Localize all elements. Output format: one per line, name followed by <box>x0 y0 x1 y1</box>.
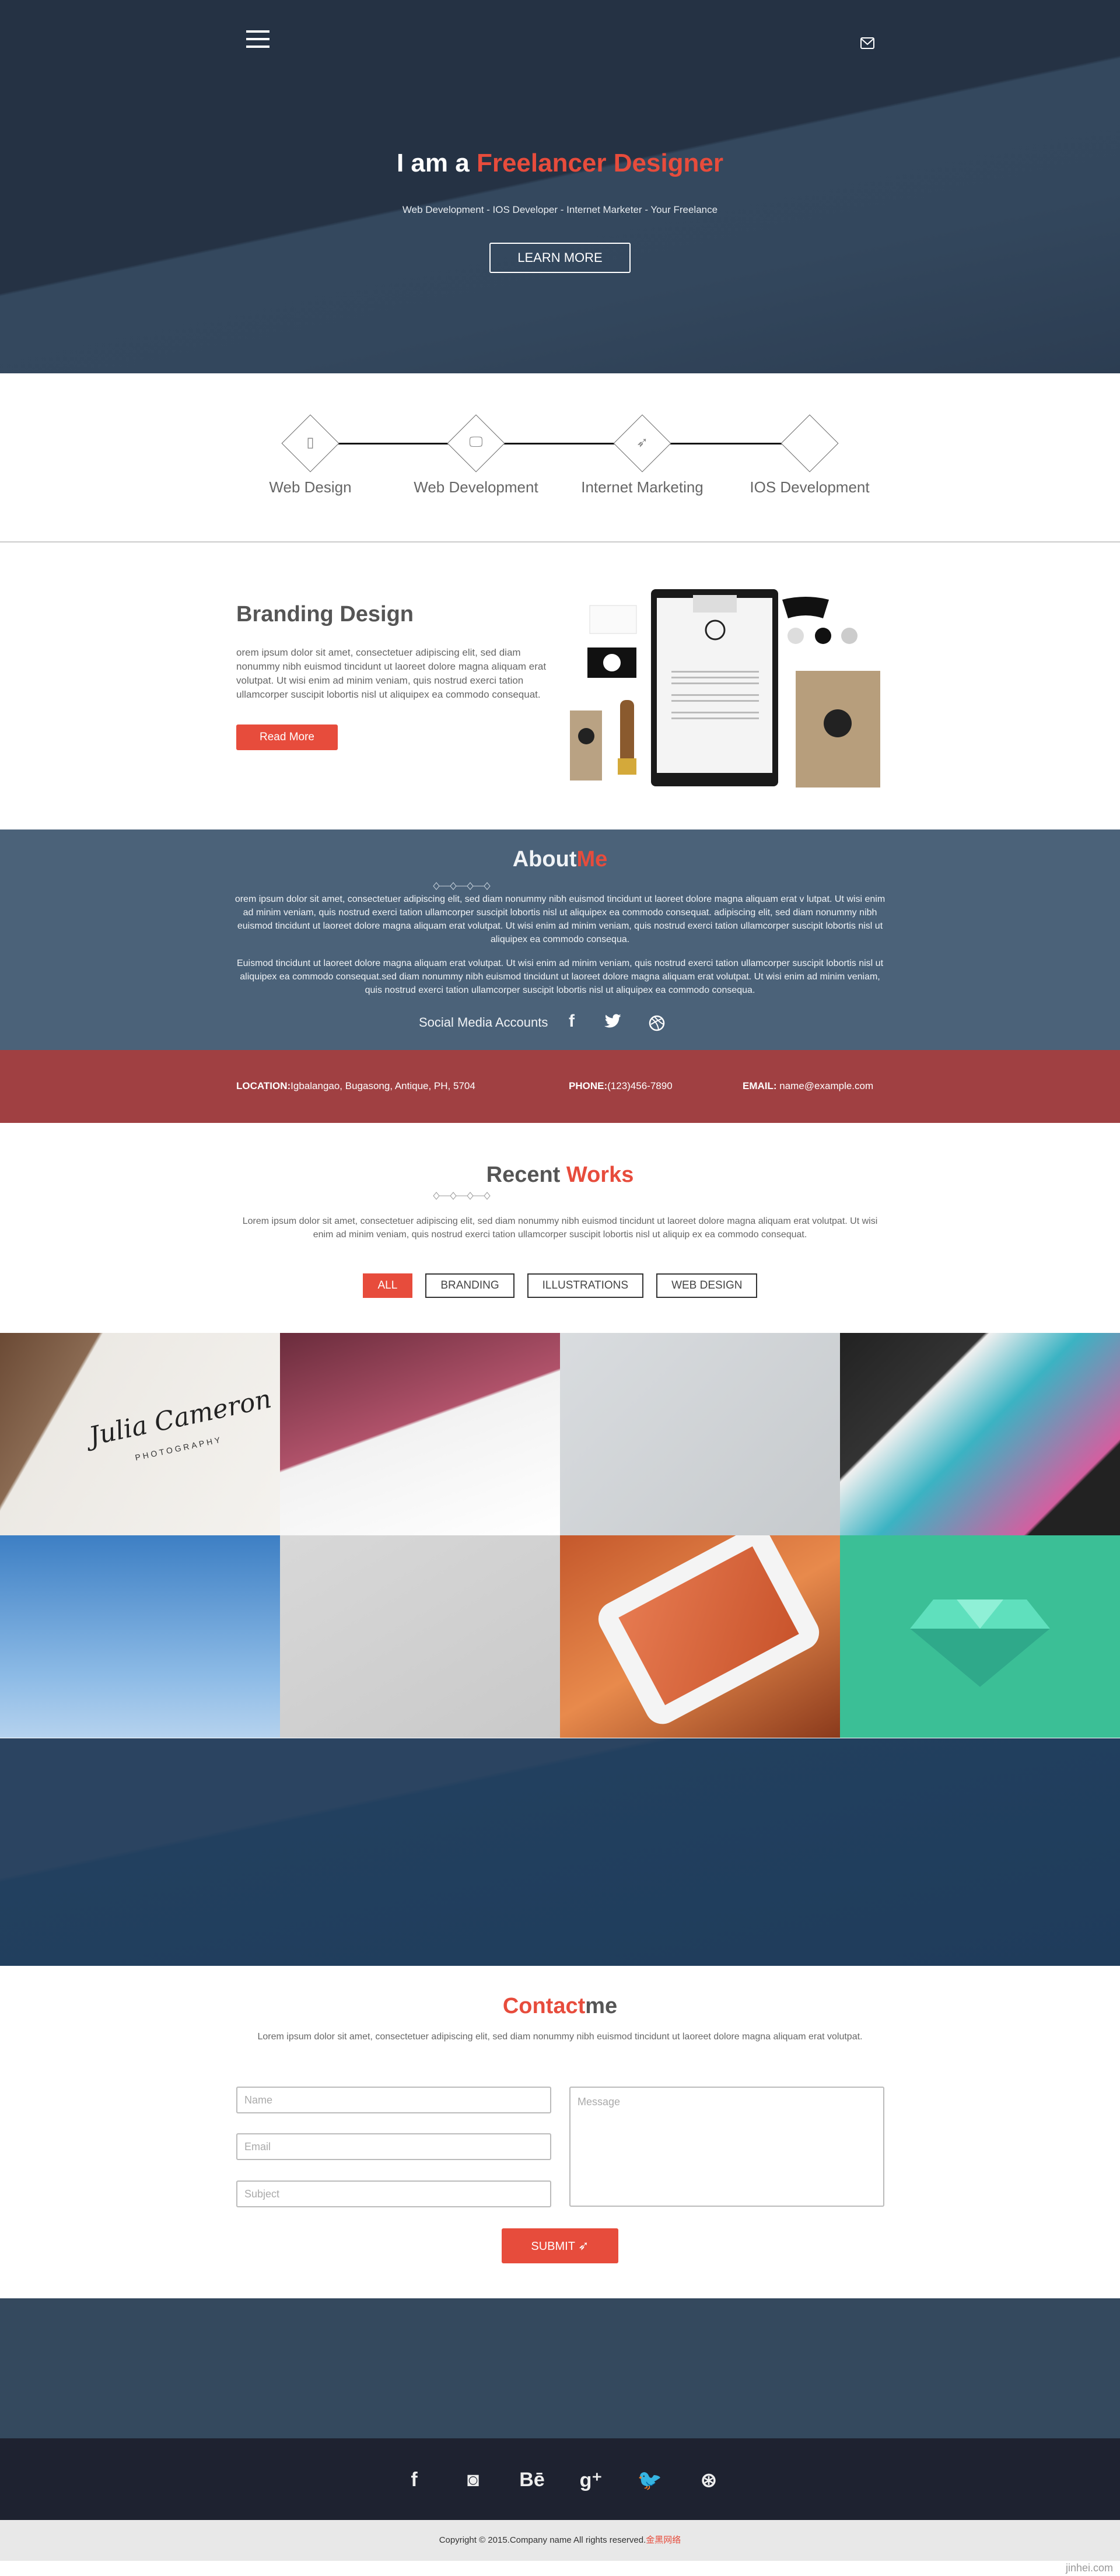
filter-illustrations[interactable]: ILLUSTRATIONS <box>527 1273 644 1298</box>
twitter-icon[interactable] <box>604 1014 622 1029</box>
service-label[interactable]: Web Design <box>229 478 392 496</box>
portfolio-tile-mobile-app-screen[interactable] <box>840 1333 1120 1535</box>
twitter-icon[interactable]: 🐦 <box>635 2469 664 2492</box>
portfolio-tile-green-diamond-illustration[interactable] <box>840 1535 1120 1738</box>
email-value[interactable]: name@example.com <box>777 1080 873 1091</box>
footer-social: f ◙ Bē g⁺ 🐦 ⊛ <box>0 2438 1120 2520</box>
submit-label: SUBMIT <box>531 2240 575 2253</box>
service-label[interactable]: Web Development <box>394 478 558 496</box>
copyright-bar: Copyright © 2015.Company name All rights… <box>0 2520 1120 2561</box>
service-label[interactable]: Internet Marketing <box>561 478 724 496</box>
diamond-divider <box>433 1192 491 1200</box>
recent-works-section: Recent Works Lorem ipsum dolor sit amet,… <box>0 1123 1120 1333</box>
portfolio-tile-tags-and-cards-branding[interactable] <box>560 1333 840 1535</box>
phone-label: PHONE: <box>569 1080 608 1091</box>
behance-icon[interactable]: Bē <box>517 2469 547 2492</box>
portfolio-tile-julia-cameron-business-card[interactable]: Julia Cameron PHOTOGRAPHY <box>0 1333 280 1535</box>
paper-plane-icon: ➶ <box>578 2238 589 2253</box>
services-section: ▯ Web Design 🖵 Web Development ➶ Interne… <box>0 373 1120 542</box>
copyright-link[interactable]: 金黑网络 <box>646 2535 681 2545</box>
tile-caption: Julia Cameron <box>86 1384 274 1452</box>
about-title-b: Me <box>576 847 608 872</box>
dribbble-icon[interactable]: ⊛ <box>694 2469 723 2492</box>
about-title: AboutMe <box>0 847 1120 872</box>
contact-title-a: Contact <box>502 1994 586 2018</box>
apple-icon <box>782 434 838 457</box>
copyright-text: Copyright © 2015.Company name All rights… <box>439 2535 646 2545</box>
facebook-icon[interactable]: f <box>569 1012 575 1031</box>
works-title-a: Recent <box>486 1163 566 1187</box>
parallax-band <box>0 1738 1120 1966</box>
filter-branding[interactable]: BRANDING <box>425 1273 514 1298</box>
about-paragraph-2: Euismod tincidunt ut laoreet dolore magn… <box>236 958 884 995</box>
email-label: EMAIL: <box>743 1080 777 1091</box>
hero-title-prefix: I am a <box>396 149 477 177</box>
hero-title: I am a Freelancer Designer <box>0 149 1120 178</box>
diamond-divider <box>433 882 491 890</box>
hamburger-icon[interactable] <box>246 30 270 50</box>
name-input[interactable] <box>236 2087 551 2113</box>
filter-web-design[interactable]: WEB DESIGN <box>656 1273 758 1298</box>
google-plus-icon[interactable]: g⁺ <box>576 2469 606 2492</box>
location-info: LOCATION:Igbalangao, Bugasong, Antique, … <box>236 1080 475 1092</box>
branding-text: orem ipsum dolor sit amet, consectetuer … <box>236 647 547 700</box>
contact-text: Lorem ipsum dolor sit amet, consectetuer… <box>257 2032 863 2042</box>
location-value: Igbalangao, Bugasong, Antique, PH, 5704 <box>290 1080 475 1091</box>
phone-info: PHONE:(123)456-7890 <box>569 1080 673 1092</box>
portfolio-tile-business-cards-devyear[interactable] <box>280 1535 560 1738</box>
contact-title-b: me <box>585 1994 618 2018</box>
learn-more-button[interactable]: LEARN MORE <box>489 243 631 273</box>
portfolio-tile-recipes-stationery[interactable] <box>280 1333 560 1535</box>
envelope-icon[interactable] <box>860 37 874 49</box>
filter-bar: ALL BRANDING ILLUSTRATIONS WEB DESIGN <box>0 1273 1120 1298</box>
service-label[interactable]: IOS Development <box>728 478 891 496</box>
mobile-phone-icon: ▯ <box>306 435 314 450</box>
works-text: Lorem ipsum dolor sit amet, consectetuer… <box>242 1216 878 1240</box>
email-info: EMAIL: name@example.com <box>743 1080 873 1092</box>
facebook-icon[interactable]: f <box>400 2469 429 2492</box>
services-connector-line <box>310 443 810 444</box>
blue-band <box>0 2298 1120 2438</box>
email-input[interactable] <box>236 2133 551 2160</box>
contact-info-bar: LOCATION:Igbalangao, Bugasong, Antique, … <box>0 1050 1120 1123</box>
message-textarea[interactable] <box>569 2087 884 2207</box>
hero-title-highlight: Freelancer Designer <box>476 149 724 177</box>
portfolio-tile-billboard[interactable] <box>0 1535 280 1738</box>
about-paragraph-1: orem ipsum dolor sit amet, consectetuer … <box>235 894 886 944</box>
works-title-b: Works <box>566 1163 634 1187</box>
about-title-a: About <box>512 847 577 872</box>
hero-subtitle: Web Development - IOS Developer - Intern… <box>402 204 718 215</box>
works-title: Recent Works <box>0 1163 1120 1188</box>
paper-plane-icon: ➶ <box>636 435 649 450</box>
contact-title: Contactme <box>0 1994 1120 2019</box>
stationery-mockup-image <box>570 589 880 788</box>
branding-section: Branding Design orem ipsum dolor sit ame… <box>0 544 1120 830</box>
diamond-illustration <box>910 1600 1050 1687</box>
portfolio-tile-orange-smartphone[interactable] <box>560 1535 840 1738</box>
dribbble-icon[interactable] <box>649 1015 665 1031</box>
watermark: jinhei.com <box>1065 2562 1113 2574</box>
location-label: LOCATION: <box>236 1080 291 1091</box>
subject-input[interactable] <box>236 2180 551 2207</box>
desktop-monitor-icon: 🖵 <box>469 434 483 450</box>
filter-all[interactable]: ALL <box>362 1273 413 1298</box>
submit-button[interactable]: SUBMIT ➶ <box>502 2228 618 2263</box>
about-section: AboutMe orem ipsum dolor sit amet, conse… <box>0 830 1120 1050</box>
hero-section: I am a Freelancer Designer Web Developme… <box>0 0 1120 373</box>
portfolio-grid: Julia Cameron PHOTOGRAPHY <box>0 1333 1120 1738</box>
social-media-label: Social Media Accounts <box>419 1015 548 1030</box>
instagram-icon[interactable]: ◙ <box>459 2469 488 2492</box>
read-more-button[interactable]: Read More <box>236 724 338 750</box>
phone-value: (123)456-7890 <box>607 1080 673 1091</box>
branding-title: Branding Design <box>236 602 414 626</box>
